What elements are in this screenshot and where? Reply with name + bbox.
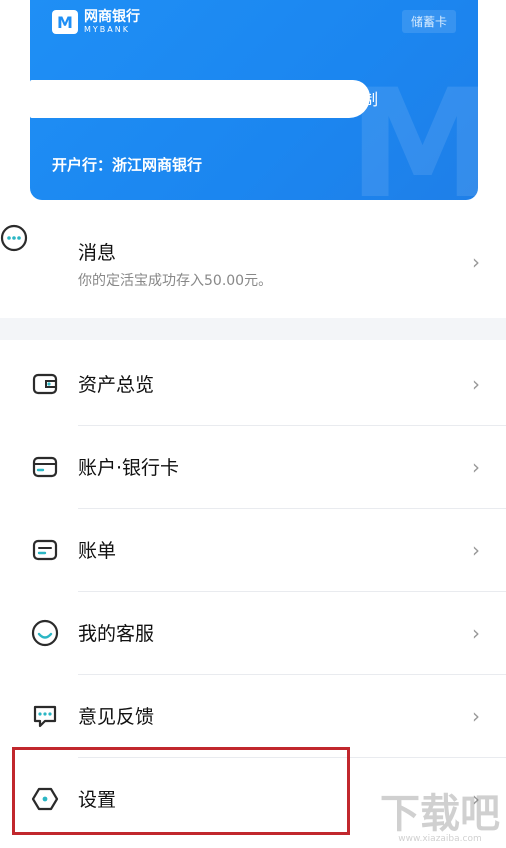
site-watermark: 下载吧 www.xiazaiba.com bbox=[380, 794, 500, 844]
issuing-bank: 开户行：浙江网商银行 bbox=[52, 156, 203, 174]
card-type-badge: 储蓄卡 bbox=[401, 10, 456, 33]
chevron-right-icon: › bbox=[472, 371, 480, 396]
settings-highlight-box bbox=[12, 747, 350, 835]
smile-icon bbox=[30, 618, 60, 648]
chevron-right-icon: › bbox=[472, 703, 480, 728]
chat-dots-icon bbox=[0, 224, 506, 256]
menu-item-accounts-cards[interactable]: 账户·银行卡 › bbox=[0, 425, 506, 508]
copy-button[interactable]: 复制 bbox=[346, 86, 378, 110]
menu-item-label: 账单 bbox=[78, 540, 117, 562]
chevron-right-icon: › bbox=[472, 620, 480, 645]
watermark-text: 下载吧 bbox=[380, 791, 500, 837]
menu-item-label: 资产总览 bbox=[78, 374, 155, 396]
feedback-icon bbox=[30, 701, 60, 731]
menu-item-label: 账户·银行卡 bbox=[78, 457, 180, 479]
menu-item-label: 意见反馈 bbox=[78, 706, 155, 728]
mybank-logo-icon: M bbox=[52, 10, 78, 34]
menu-item-label: 我的客服 bbox=[78, 623, 155, 645]
brand-name-en: MYBANK bbox=[84, 25, 130, 34]
bank-card-icon bbox=[30, 452, 60, 482]
menu-item-bill[interactable]: 账单 › bbox=[0, 508, 506, 591]
message-row[interactable]: 消息 你的定活宝成功存入50.00元。 › bbox=[0, 224, 506, 304]
menu-item-feedback[interactable]: 意见反馈 › bbox=[0, 674, 506, 757]
bank-brand: M 网商银行 MYBANK bbox=[52, 10, 140, 34]
message-title: 消息 bbox=[78, 242, 117, 264]
bill-icon bbox=[30, 535, 60, 565]
section-gap bbox=[0, 318, 506, 340]
menu-item-asset-overview[interactable]: 资产总览 › bbox=[0, 342, 506, 425]
chevron-right-icon: › bbox=[472, 250, 480, 274]
chevron-right-icon: › bbox=[472, 454, 480, 479]
menu-item-customer-service[interactable]: 我的客服 › bbox=[0, 591, 506, 674]
redacted-card-number bbox=[30, 80, 370, 118]
bank-card[interactable]: M M 网商银行 MYBANK 储蓄卡 复制 开户行：浙江网商银行 bbox=[30, 0, 478, 200]
wallet-icon bbox=[30, 369, 60, 399]
message-subtitle: 你的定活宝成功存入50.00元。 bbox=[78, 273, 273, 289]
brand-name-cn: 网商银行 bbox=[84, 9, 140, 25]
chevron-right-icon: › bbox=[472, 537, 480, 562]
